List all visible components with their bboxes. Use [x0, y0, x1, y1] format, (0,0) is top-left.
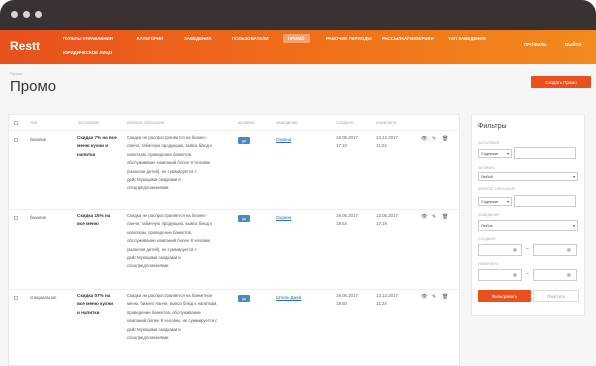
column-header[interactable]: краткое описание [127, 121, 164, 125]
select-value: Любой [481, 174, 493, 179]
eye-icon[interactable]: 👁 [421, 294, 427, 300]
row-checkbox[interactable] [14, 138, 18, 142]
nav-item[interactable]: Рабочие периоды [326, 36, 372, 41]
range-separator: – [526, 246, 529, 252]
select-value: Содержит [481, 151, 499, 156]
promo-type: базовое [30, 137, 47, 142]
nav-profile-link[interactable]: Профиль [524, 42, 547, 47]
column-header[interactable]: создано [336, 121, 354, 125]
filter-label: Активно [478, 166, 496, 170]
created-date: 18.05.2017 17:10 [336, 135, 358, 148]
column-header[interactable]: заведение [276, 121, 298, 125]
filter-label: Заведение [478, 213, 500, 217]
row-divider [8, 209, 460, 210]
description-filter-input[interactable] [514, 195, 576, 207]
nav-item[interactable]: Пульты управления [63, 36, 113, 41]
top-navbar: Restt Пульты управления Юридическое лицо… [0, 30, 596, 64]
select-value: Любое [481, 223, 493, 228]
venue-filter-select[interactable]: Любое ▾ [478, 220, 578, 231]
filter-label: Изменено [478, 262, 499, 266]
calendar-icon[interactable]: ▦ [513, 247, 517, 252]
filter-label: Краткое описание [478, 187, 516, 191]
active-badge: да [238, 215, 250, 222]
title-filter-input[interactable] [514, 147, 576, 159]
active-badge: да [238, 137, 250, 144]
nav-logout-link[interactable]: Выйти [565, 42, 581, 47]
chevron-down-icon: ▾ [573, 175, 575, 179]
promo-title[interactable]: Скидка 7% на все меню кухни и напитки [77, 134, 117, 159]
venue-link[interactable]: Охрана [276, 137, 291, 142]
trash-icon[interactable]: 🗑 [442, 136, 448, 142]
window-dot-icon[interactable] [23, 11, 30, 18]
nav-item[interactable]: Заведения [184, 36, 212, 41]
chevron-down-icon: ▾ [507, 200, 509, 204]
filter-label: Создано [478, 237, 496, 241]
app-logo[interactable]: Restt [10, 39, 40, 53]
row-divider [8, 289, 460, 290]
created-date: 19.05.2017 18:54 [336, 213, 358, 226]
eye-icon[interactable]: 👁 [421, 136, 427, 142]
create-promo-button[interactable]: Создать Промо [531, 76, 591, 88]
promo-type: специальное [30, 295, 57, 300]
eye-icon[interactable]: 👁 [421, 214, 427, 220]
window-dot-icon[interactable] [35, 11, 42, 18]
select-value: Содержит [481, 199, 499, 204]
nav-item[interactable]: Юридическое лицо [63, 50, 112, 55]
pencil-icon[interactable]: ✎ [432, 294, 436, 300]
promo-description: Скидка не распространяется на банкетное … [127, 293, 218, 341]
modified-date: 13.12.2017 11:24 [376, 293, 398, 306]
filters-title: Фильтры [478, 123, 507, 130]
modified-date: 13.12.2017 11:24 [376, 135, 398, 148]
promo-description: Скидка не распространяется на бизнес-лан… [127, 135, 213, 191]
breadcrumb[interactable]: Промо [10, 71, 22, 76]
column-header[interactable]: изменено [376, 121, 397, 125]
column-header[interactable]: заголовок [78, 121, 99, 125]
window-dot-icon[interactable] [11, 11, 18, 18]
select-all-checkbox[interactable] [14, 121, 18, 125]
nav-item[interactable]: Рассылка/чеки/push [382, 36, 434, 41]
created-date: 19.05.2017 18:50 [336, 293, 358, 306]
promo-description: Скидка не распространяется на бизнес-лан… [127, 213, 213, 269]
row-checkbox[interactable] [14, 216, 18, 220]
range-separator: – [526, 271, 529, 277]
promo-title[interactable]: Скидка 07% на все меню кухни и напитки [77, 292, 117, 317]
calendar-icon[interactable]: ▦ [567, 272, 571, 277]
browser-window: Restt Пульты управления Юридическое лицо… [0, 0, 596, 366]
clear-filter-button[interactable]: Очистить [533, 290, 579, 302]
nav-item[interactable]: Тип заведения [448, 36, 486, 41]
title-match-select[interactable]: Содержит ▾ [478, 149, 512, 158]
trash-icon[interactable]: 🗑 [442, 294, 448, 300]
chevron-down-icon: ▾ [507, 152, 509, 156]
calendar-icon[interactable]: ▦ [513, 272, 517, 277]
promo-table [8, 114, 460, 366]
header-divider [8, 130, 460, 131]
apply-filter-button[interactable]: Фильтровать [478, 290, 531, 302]
nav-item-active[interactable]: Промо [283, 34, 310, 43]
nav-item[interactable]: Категории [137, 36, 163, 41]
filter-label: Заголовок [478, 141, 500, 145]
column-header[interactable]: активно [238, 121, 255, 125]
window-titlebar [0, 0, 596, 30]
venue-link[interactable]: Штиль Джей [276, 295, 301, 300]
promo-type: базовое [30, 215, 47, 220]
column-header[interactable]: тип [30, 121, 37, 125]
active-badge: да [238, 295, 250, 302]
modified-date: 13.05.2017 17:19 [376, 213, 398, 226]
trash-icon[interactable]: 🗑 [442, 214, 448, 220]
description-match-select[interactable]: Содержит ▾ [478, 197, 512, 206]
venue-link[interactable]: Охрана [276, 215, 291, 220]
active-filter-select[interactable]: Любой ▾ [478, 172, 578, 181]
pencil-icon[interactable]: ✎ [432, 214, 436, 220]
pencil-icon[interactable]: ✎ [432, 136, 436, 142]
promo-title[interactable]: Скидка 15% на все меню [77, 212, 117, 229]
page-title: Промо [10, 78, 57, 95]
chevron-down-icon: ▾ [573, 224, 575, 228]
row-checkbox[interactable] [14, 296, 18, 300]
calendar-icon[interactable]: ▦ [567, 247, 571, 252]
nav-item[interactable]: Пользователи [232, 36, 268, 41]
